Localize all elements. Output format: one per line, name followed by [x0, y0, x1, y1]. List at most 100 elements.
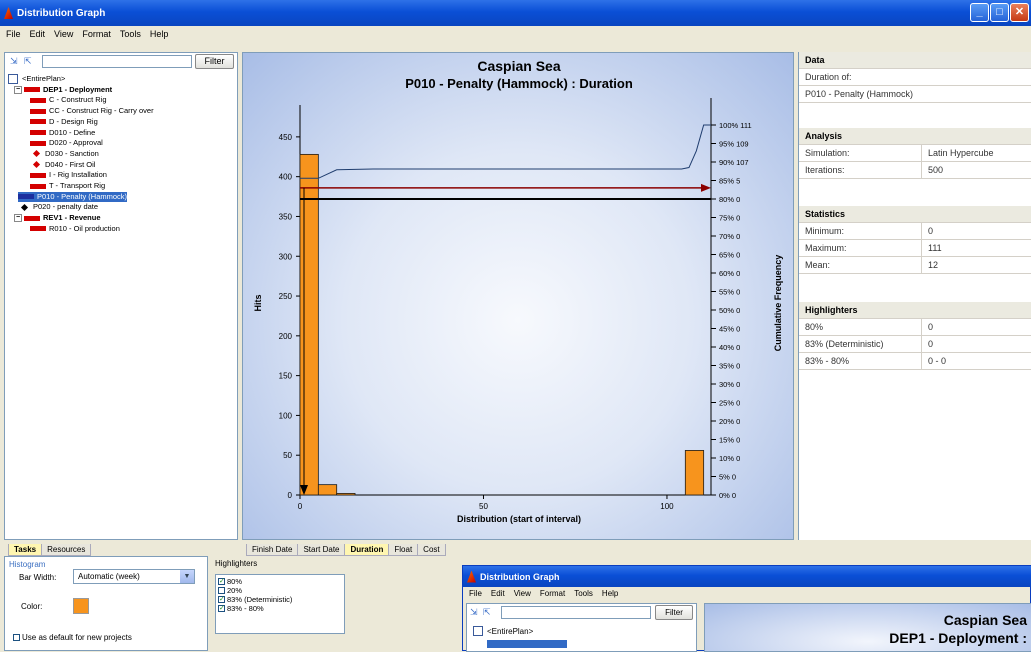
- task-bar-icon: [24, 215, 40, 221]
- menu-help[interactable]: Help: [602, 589, 618, 598]
- y2-axis-label: Cumulative Frequency: [773, 255, 783, 352]
- tree-item[interactable]: I - Rig Installation: [30, 170, 107, 180]
- second-chart-title: Caspian Sea: [943, 612, 1027, 628]
- tree-item[interactable]: D010 - Define: [30, 128, 95, 138]
- menu-tools[interactable]: Tools: [574, 589, 593, 598]
- second-filter-input[interactable]: [501, 606, 651, 619]
- menu-format[interactable]: Format: [82, 29, 111, 39]
- highlighter-checkbox[interactable]: ✓: [218, 605, 225, 612]
- highlighter-option[interactable]: ✓ 83% (Deterministic): [218, 595, 292, 604]
- tab-resources[interactable]: Resources: [41, 544, 92, 556]
- task-bar-icon: [18, 194, 34, 200]
- tree-item-label: C - Construct Rig: [49, 95, 107, 105]
- menu-tools[interactable]: Tools: [120, 29, 141, 39]
- task-bar-icon: [24, 87, 40, 93]
- tree-item[interactable]: R010 - Oil production: [30, 224, 120, 234]
- highlighter-row: 80% 0: [799, 319, 1031, 336]
- collapse-all-icon[interactable]: ⇱: [24, 57, 36, 66]
- tree-item[interactable]: P010 - Penalty (Hammock): [18, 191, 128, 202]
- tree-item[interactable]: <EntirePlan>: [8, 74, 65, 84]
- default-checkbox-row[interactable]: Use as default for new projects: [13, 633, 132, 642]
- highlighter-checkbox[interactable]: [218, 587, 225, 594]
- highlighters-heading: Highlighters: [799, 302, 1031, 319]
- tree-item[interactable]: P020 - penalty date: [18, 202, 98, 212]
- tree-item[interactable]: CC - Construct Rig - Carry over: [30, 106, 154, 116]
- y2-tick-label: 85% 5: [719, 177, 740, 186]
- tree-item[interactable]: D020 - Approval: [30, 138, 103, 148]
- simulation-row: Simulation: Latin Hypercube: [799, 145, 1031, 162]
- tree-item[interactable]: T - Transport Rig: [30, 181, 105, 191]
- left-tabs: Tasks Resources: [8, 544, 92, 556]
- default-label: Use as default for new projects: [22, 633, 132, 642]
- tab-cost[interactable]: Cost: [417, 544, 446, 556]
- menu-view[interactable]: View: [54, 29, 73, 39]
- menu-edit[interactable]: Edit: [491, 589, 505, 598]
- collapse-toggle-icon[interactable]: −: [14, 85, 22, 94]
- collapse-toggle-icon[interactable]: −: [14, 214, 22, 223]
- tree-item-label: T - Transport Rig: [49, 181, 106, 190]
- maximize-button[interactable]: □: [990, 3, 1009, 22]
- highlighter-label: 83% - 80%: [805, 356, 850, 366]
- tab-float[interactable]: Float: [388, 544, 419, 556]
- highlighter-checkbox[interactable]: ✓: [218, 596, 225, 603]
- tree-item[interactable]: D - Design Rig: [30, 117, 98, 127]
- highlighter-option[interactable]: 20%: [218, 586, 242, 595]
- y2-tick-label: 5% 0: [719, 473, 736, 482]
- analysis-heading: Analysis: [799, 128, 1031, 145]
- mean-value: 12: [921, 257, 938, 274]
- title-bar: Distribution Graph _ □ ✕: [0, 0, 1031, 26]
- tree-item-label: I - Rig Installation: [49, 170, 107, 180]
- histogram-bar: [299, 153, 319, 496]
- tree-item[interactable]: D030 - Sanction: [30, 149, 99, 159]
- second-filter-button[interactable]: Filter: [655, 605, 693, 620]
- duration-value: P010 - Penalty (Hammock): [805, 89, 914, 99]
- second-tree-item[interactable]: <EntirePlan>: [473, 626, 533, 636]
- minimize-button[interactable]: _: [970, 3, 989, 22]
- highlighter-label: 83% (Deterministic): [805, 339, 884, 349]
- menu-help[interactable]: Help: [150, 29, 169, 39]
- tree-item[interactable]: − DEP1 - Deployment: [14, 85, 112, 95]
- highlighter-option[interactable]: ✓ 80%: [218, 577, 242, 586]
- bar-width-select[interactable]: Automatic (week) ▼: [73, 569, 195, 584]
- close-button[interactable]: ✕: [1010, 3, 1029, 22]
- default-checkbox[interactable]: [13, 634, 20, 641]
- highlighters-list: ✓ 80% 20% ✓ 83% (Deterministic) ✓ 83% - 80%: [215, 574, 345, 634]
- y2-tick-label: 90% 107: [719, 158, 749, 167]
- tab-duration[interactable]: Duration: [344, 544, 390, 556]
- highlighter-checkbox[interactable]: ✓: [218, 578, 225, 585]
- expand-all-icon[interactable]: ⇲: [10, 57, 22, 66]
- tab-start-date[interactable]: Start Date: [297, 544, 346, 556]
- tree-item[interactable]: − REV1 - Revenue: [14, 213, 101, 223]
- y2-tick-label: 15% 0: [719, 436, 740, 445]
- menu-format[interactable]: Format: [540, 589, 565, 598]
- tree-item-label: D010 - Define: [49, 127, 96, 137]
- tree-item[interactable]: D040 - First Oil: [30, 160, 95, 170]
- filter-button[interactable]: Filter: [195, 54, 234, 69]
- menu-view[interactable]: View: [514, 589, 531, 598]
- color-swatch[interactable]: [73, 598, 89, 614]
- selected-tree-item[interactable]: [487, 640, 567, 648]
- second-chart-area: Caspian Sea DEP1 - Deployment :: [704, 603, 1031, 652]
- highlighter-option-label: 20%: [227, 586, 243, 595]
- y-tick-label: 100: [279, 411, 293, 420]
- tree-item-label: CC - Construct Rig - Carry over: [49, 106, 154, 116]
- second-distribution-window: Distribution Graph File Edit View Format…: [462, 565, 1031, 652]
- tree-item-label: D040 - First Oil: [45, 159, 96, 169]
- menu-edit[interactable]: Edit: [30, 29, 46, 39]
- menu-file[interactable]: File: [469, 589, 482, 598]
- tree-item[interactable]: C - Construct Rig: [30, 95, 107, 105]
- expand-all-icon[interactable]: ⇲: [470, 608, 482, 617]
- collapse-all-icon[interactable]: ⇱: [483, 608, 495, 617]
- milestone-icon: [32, 161, 41, 169]
- tab-finish-date[interactable]: Finish Date: [246, 544, 299, 556]
- milestone-icon: [32, 150, 41, 158]
- menu-file[interactable]: File: [6, 29, 21, 39]
- y2-tick-label: 65% 0: [719, 251, 740, 260]
- chevron-down-icon[interactable]: ▼: [180, 570, 194, 583]
- highlighter-option[interactable]: ✓ 83% - 80%: [218, 604, 264, 613]
- plan-icon: [8, 74, 18, 84]
- task-bar-icon: [30, 130, 46, 135]
- filter-input[interactable]: [42, 55, 192, 68]
- menu-bar: File Edit View Format Tools Help: [0, 26, 1031, 42]
- tab-tasks[interactable]: Tasks: [8, 544, 43, 556]
